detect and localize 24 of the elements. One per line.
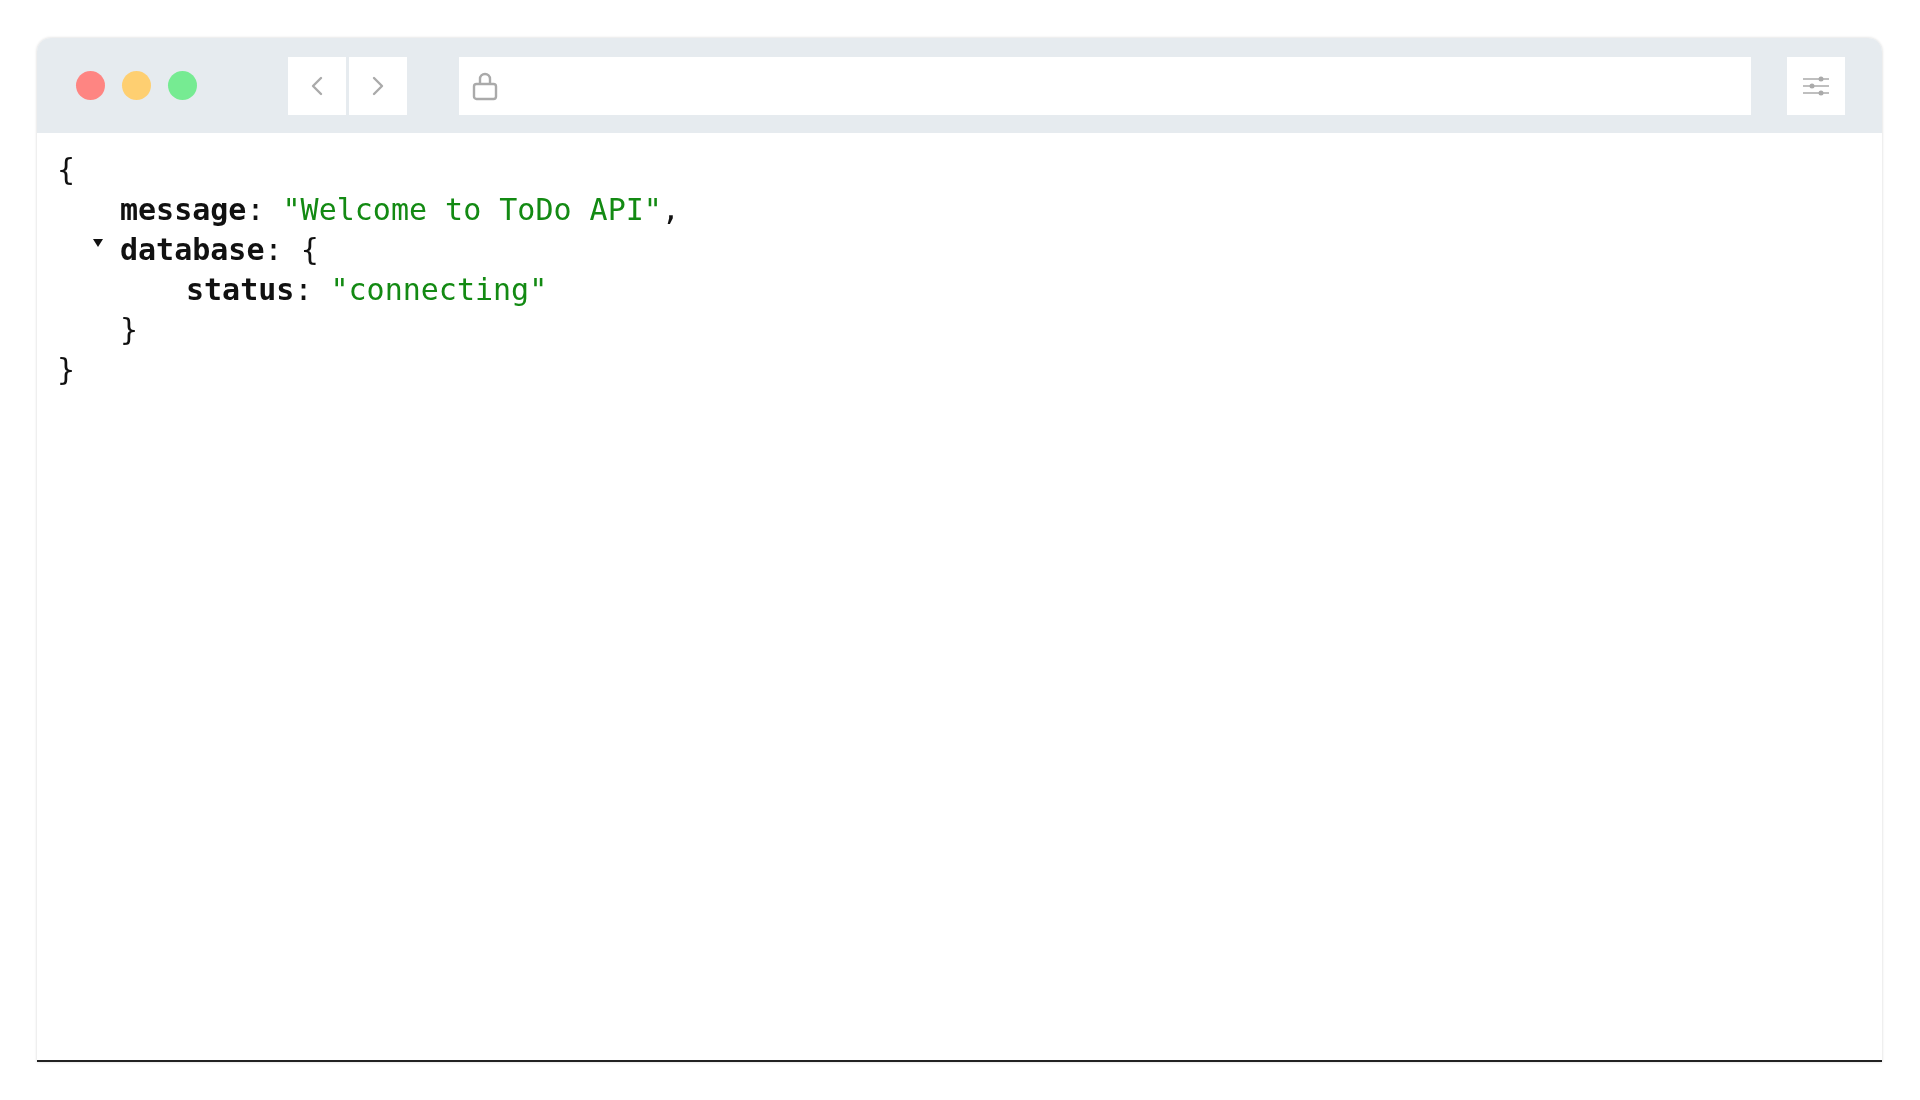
json-key: status <box>186 272 295 307</box>
brace: { <box>300 232 319 267</box>
json-key: message <box>120 192 247 227</box>
colon: : <box>246 192 265 227</box>
colon: : <box>264 232 283 267</box>
sliders-icon <box>1802 74 1830 97</box>
brace: } <box>120 312 139 347</box>
settings-button[interactable] <box>1787 56 1845 115</box>
address-bar[interactable] <box>459 56 1751 115</box>
minimize-button[interactable] <box>122 71 151 100</box>
collapse-icon[interactable] <box>92 238 104 248</box>
json-key: database <box>120 232 265 267</box>
colon: : <box>294 272 313 307</box>
string-value: "Welcome to ToDo API" <box>282 192 662 227</box>
string-value: "connecting" <box>330 272 548 307</box>
chevron-left-icon <box>310 74 324 97</box>
brace: { <box>57 152 76 187</box>
forward-button[interactable] <box>349 56 407 115</box>
close-button[interactable] <box>76 71 105 100</box>
comma: , <box>661 192 680 227</box>
back-button[interactable] <box>288 56 346 115</box>
maximize-button[interactable] <box>168 71 197 100</box>
chevron-right-icon <box>371 74 385 97</box>
brace: } <box>57 352 76 387</box>
